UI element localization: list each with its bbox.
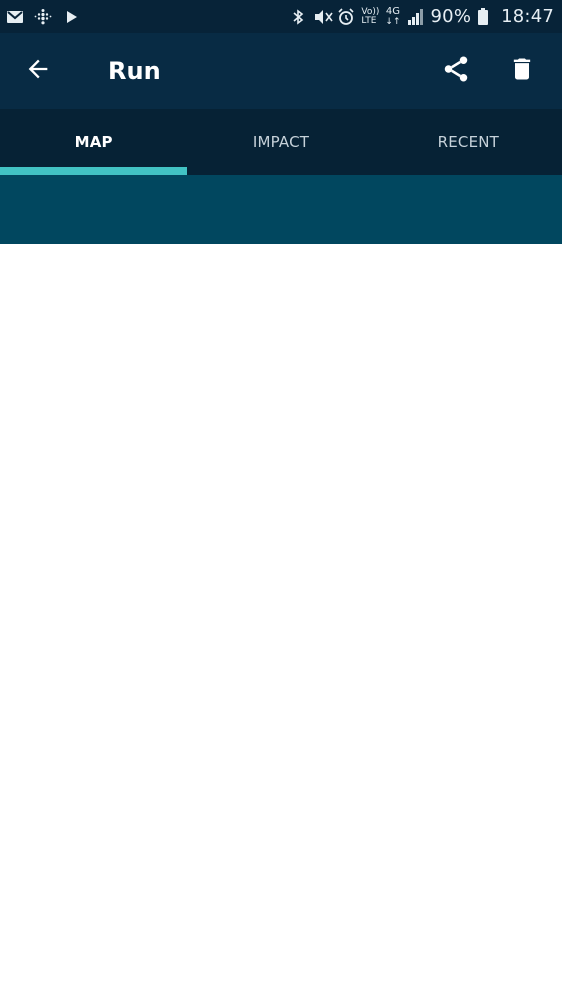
map-content-area [0,244,562,999]
battery-percent: 90% [430,6,472,27]
alarm-icon [337,7,355,26]
share-button[interactable] [434,49,478,93]
active-tab-indicator [0,167,187,175]
signal-icon [407,8,425,26]
gmail-icon [6,8,24,26]
page-title: Run [108,57,161,85]
volte-icon: Vo)) LTE [361,7,379,26]
status-bar: Vo)) LTE 4G ↓↑ 90% 18:47 [0,0,562,33]
tab-recent[interactable]: RECENT [375,109,562,175]
delete-button[interactable] [500,49,544,93]
tab-recent-label: RECENT [437,133,500,151]
battery-icon [477,7,495,26]
tab-impact-label: IMPACT [252,133,310,151]
trash-icon [508,54,536,88]
mute-icon [313,8,334,26]
back-arrow-icon [24,55,52,87]
status-right-icons: Vo)) LTE 4G ↓↑ 90% 18:47 [289,6,554,27]
share-icon [441,54,471,88]
fitbit-icon [34,8,52,26]
tab-bar: MAP IMPACT RECENT [0,109,562,175]
clock-time: 18:47 [501,6,554,27]
header-banner [0,175,562,244]
tab-map[interactable]: MAP [0,109,187,175]
back-button[interactable] [16,49,60,93]
status-left-icons [6,8,80,26]
tab-map-label: MAP [74,133,113,151]
play-icon [62,8,80,26]
network-arrows: ↓↑ [385,16,401,27]
tab-impact[interactable]: IMPACT [187,109,374,175]
network-4g-label: 4G [385,5,401,17]
bluetooth-icon [289,8,307,26]
volte-bottom: LTE [361,15,377,26]
app-bar: Run [0,33,562,109]
network-4g-icon: 4G ↓↑ [385,5,401,27]
